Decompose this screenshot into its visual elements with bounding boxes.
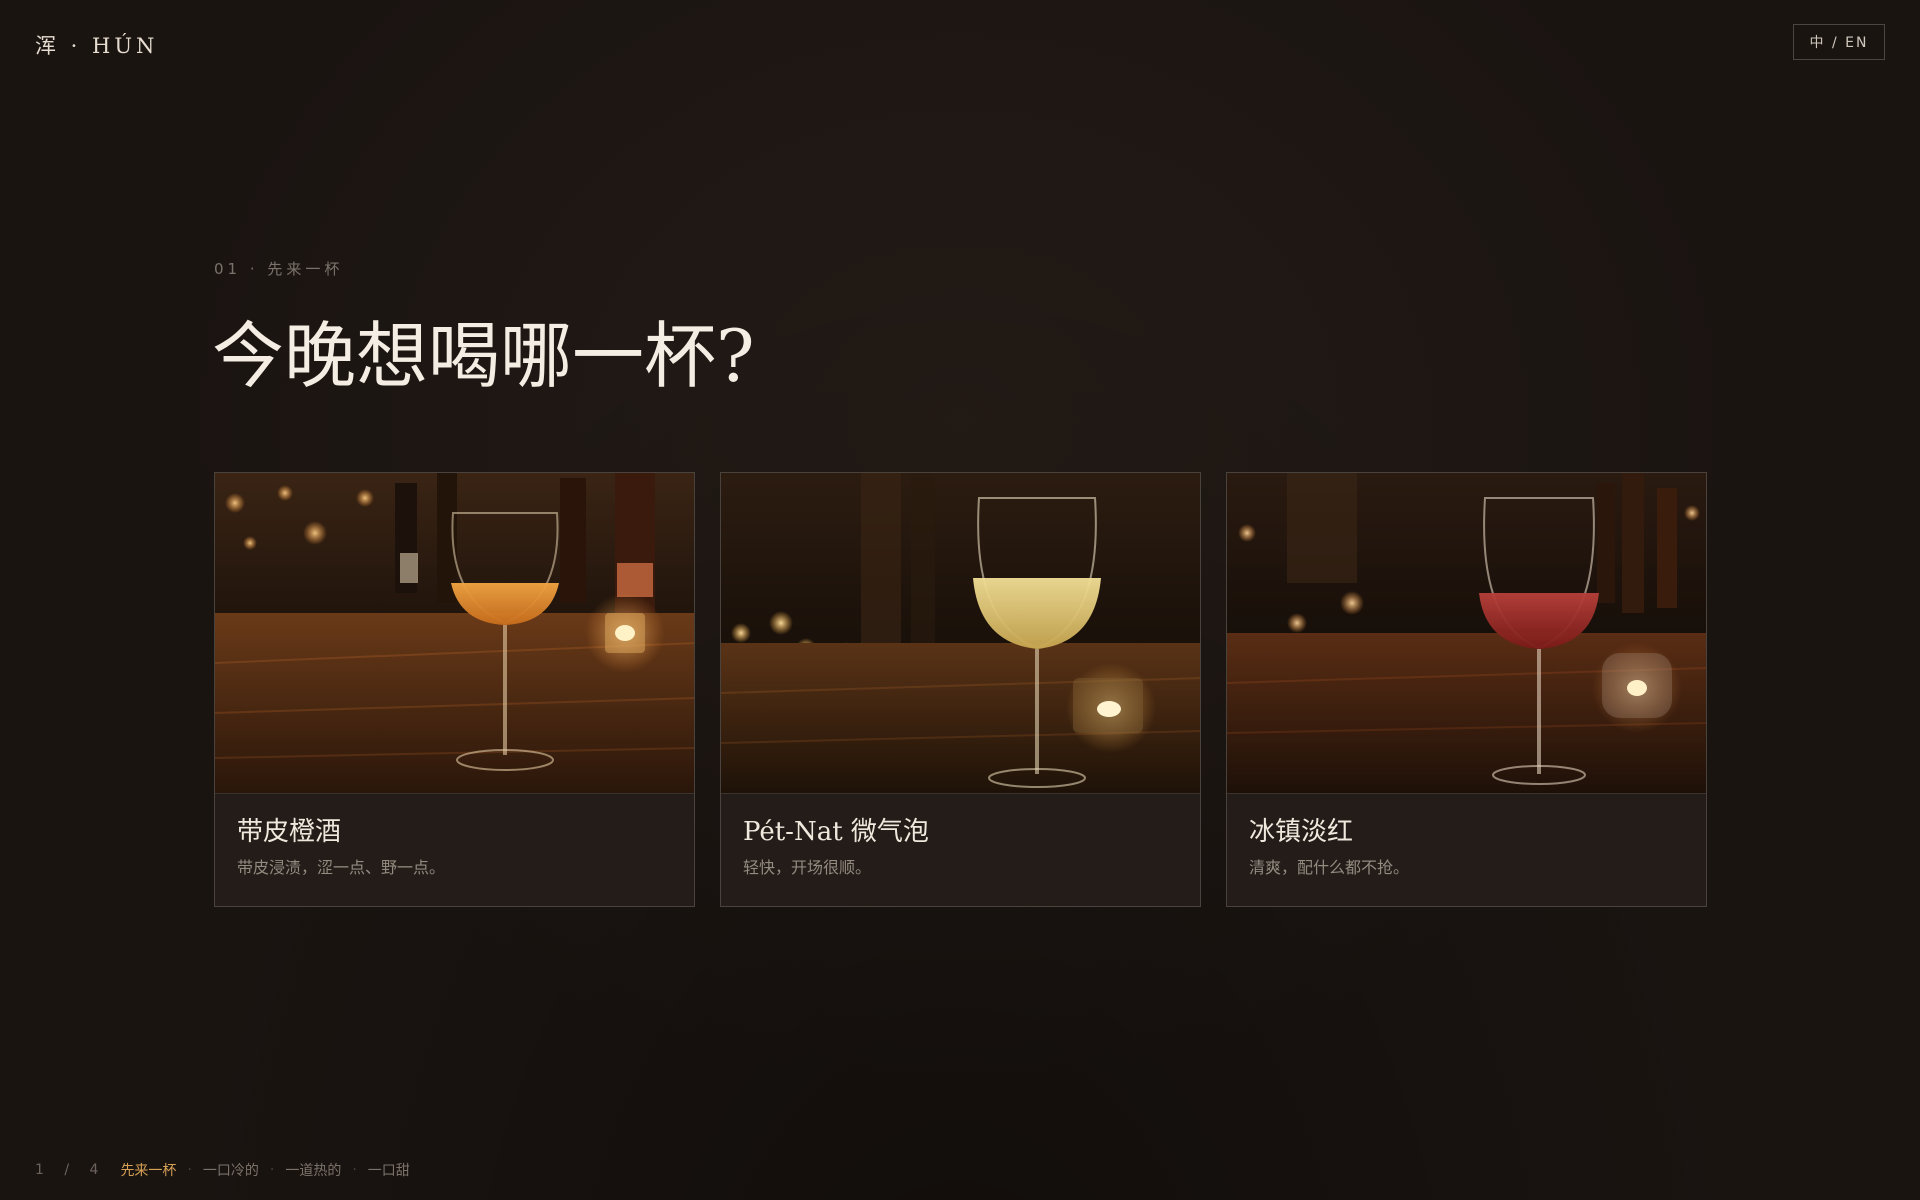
page-title: 今晚想喝哪一杯?	[212, 314, 755, 398]
card-description: 带皮浸渍，涩一点、野一点。	[237, 858, 446, 877]
language-toggle-button[interactable]: 中 / EN	[1793, 24, 1885, 60]
card-description: 轻快，开场很顺。	[743, 858, 872, 877]
card-description: 清爽，配什么都不抢。	[1249, 858, 1410, 877]
card-title: 冰镇淡红	[1249, 817, 1354, 847]
nav-step-2[interactable]: 一口冷的	[203, 1160, 259, 1180]
section-eyebrow: 01 · 先来一杯	[214, 260, 344, 278]
card-title: 带皮橙酒	[237, 817, 342, 847]
pet-nat-photo	[721, 473, 1200, 794]
nav-step-3[interactable]: 一道热的	[285, 1160, 341, 1180]
drink-card-list: 带皮橙酒 带皮浸渍，涩一点、野一点。 Pét-Nat 微气泡 轻快，开场很顺。 …	[214, 472, 1707, 907]
nav-separator: ·	[269, 1162, 275, 1178]
nav-step-4[interactable]: 一口甜	[368, 1160, 410, 1180]
drink-card-orange-wine[interactable]: 带皮橙酒 带皮浸渍，涩一点、野一点。	[214, 472, 695, 907]
nav-separator: ·	[187, 1162, 192, 1178]
card-title: Pét-Nat 微气泡	[743, 817, 929, 847]
brand-logo[interactable]: 浑 · HÚN	[35, 30, 158, 60]
drink-card-chilled-red[interactable]: 冰镇淡红 清爽，配什么都不抢。	[1226, 472, 1707, 907]
nav-separator: ·	[352, 1162, 357, 1178]
bottom-step-nav: 1 / 4 先来一杯 · 一口冷的 · 一道热的 · 一口甜	[35, 1160, 410, 1180]
nav-step-1[interactable]: 先来一杯	[120, 1160, 176, 1180]
step-pager: 1 / 4	[35, 1162, 107, 1178]
orange-wine-photo	[215, 473, 694, 794]
chilled-red-photo	[1227, 473, 1706, 794]
drink-card-pet-nat[interactable]: Pét-Nat 微气泡 轻快，开场很顺。	[720, 472, 1201, 907]
